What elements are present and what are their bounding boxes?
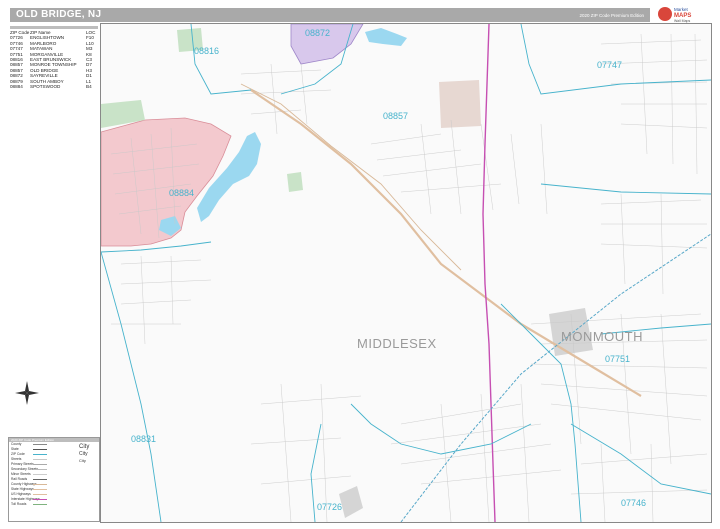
county-label-middlesex: MIDDLESEX: [357, 336, 437, 351]
legend-row-label: Rail Roads: [11, 477, 28, 481]
legend-swatch: [33, 464, 47, 465]
map-title: OLD BRIDGE, NJ: [16, 9, 102, 20]
legend-city-medium: City: [79, 451, 88, 457]
legend-row: Toll Roads: [9, 502, 99, 507]
legend-row-label: US Highways: [11, 492, 31, 496]
legend-row-label: ZIP Code: [11, 452, 25, 456]
zip-label-08816: 08816: [194, 46, 220, 56]
zip-table-header-bar: [10, 26, 98, 29]
zip-label-07726: 07726: [317, 502, 343, 512]
legend-swatch: [33, 489, 47, 490]
institution-area: [439, 80, 481, 128]
zip-label-07751: 07751: [605, 354, 631, 364]
street-grid: [110, 33, 708, 522]
map-legend: 2020 ZIP Code Premium Edition County Stat…: [8, 437, 100, 522]
zip-label-08831: 08831: [131, 434, 157, 444]
gray-area-south: [339, 486, 363, 518]
zip-boundaries: [101, 24, 711, 522]
legend-swatch: [33, 504, 47, 505]
legend-swatch: [33, 484, 47, 485]
water-north: [365, 28, 407, 46]
legend-swatch: [33, 494, 47, 495]
zip-loc-cell: B4: [86, 84, 92, 90]
zip-label-07746: 07746: [621, 498, 647, 508]
legend-swatch: [33, 449, 47, 450]
zip-label-08857: 08857: [383, 111, 409, 121]
legend-swatch: [33, 469, 47, 470]
legend-swatch: [33, 499, 47, 500]
zip-name-cell: SPOTSWOOD: [30, 84, 61, 90]
legend-row-label: Primary Streets: [11, 462, 34, 466]
logo-graphic: Market MAPS Wall Maps: [658, 7, 691, 23]
zip-code-cell: 08884: [10, 84, 23, 90]
map-canvas[interactable]: [101, 24, 711, 522]
zip-table-rows: 07726 ENGLISHTOWN F10 07746 MARLBORO L10 07747…: [10, 35, 98, 89]
legend-row-label: State: [11, 447, 19, 451]
legend-row-label: Toll Roads: [11, 502, 27, 506]
legend-swatch: [33, 444, 47, 445]
legend-city-small: City: [79, 458, 86, 463]
legend-row-label: County: [11, 442, 22, 446]
title-bar: OLD BRIDGE, NJ 2020 ZIP Code Premium Edi…: [10, 8, 650, 22]
map-area[interactable]: 08816 08872 07747 08857 08884 08831 0775…: [100, 23, 712, 523]
legend-swatch: [33, 454, 47, 455]
legend-city-large: City: [79, 444, 90, 450]
interstate-parkway: [482, 24, 496, 522]
legend-row-label: Minor Streets: [11, 472, 31, 476]
legend-row-label: Streets: [11, 457, 22, 461]
county-label-monmouth: MONMOUTH: [561, 329, 643, 344]
legend-swatch: [33, 459, 47, 460]
zip-label-08872: 08872: [305, 28, 331, 38]
legend-swatch: [33, 474, 47, 475]
park-1: [287, 172, 303, 192]
legend-row-label: State Highways: [11, 487, 34, 491]
edition-label: 2020 ZIP Code Premium Edition: [579, 13, 644, 18]
compass-rose: [14, 380, 40, 406]
logo-line1: Market: [674, 7, 689, 12]
zip-code-table: ZIP Code ZIP Name LOC 07726 ENGLISHTOWN F1…: [10, 26, 98, 89]
zip-label-07747: 07747: [597, 60, 623, 70]
legend-swatch: [33, 479, 47, 480]
county-highway: [240, 83, 462, 271]
zip-label-08884: 08884: [169, 188, 195, 198]
logo: Market MAPS Wall Maps: [656, 5, 712, 23]
zip-table-row: 08884 SPOTSWOOD B4: [10, 84, 98, 89]
compass-icon: [15, 381, 39, 405]
